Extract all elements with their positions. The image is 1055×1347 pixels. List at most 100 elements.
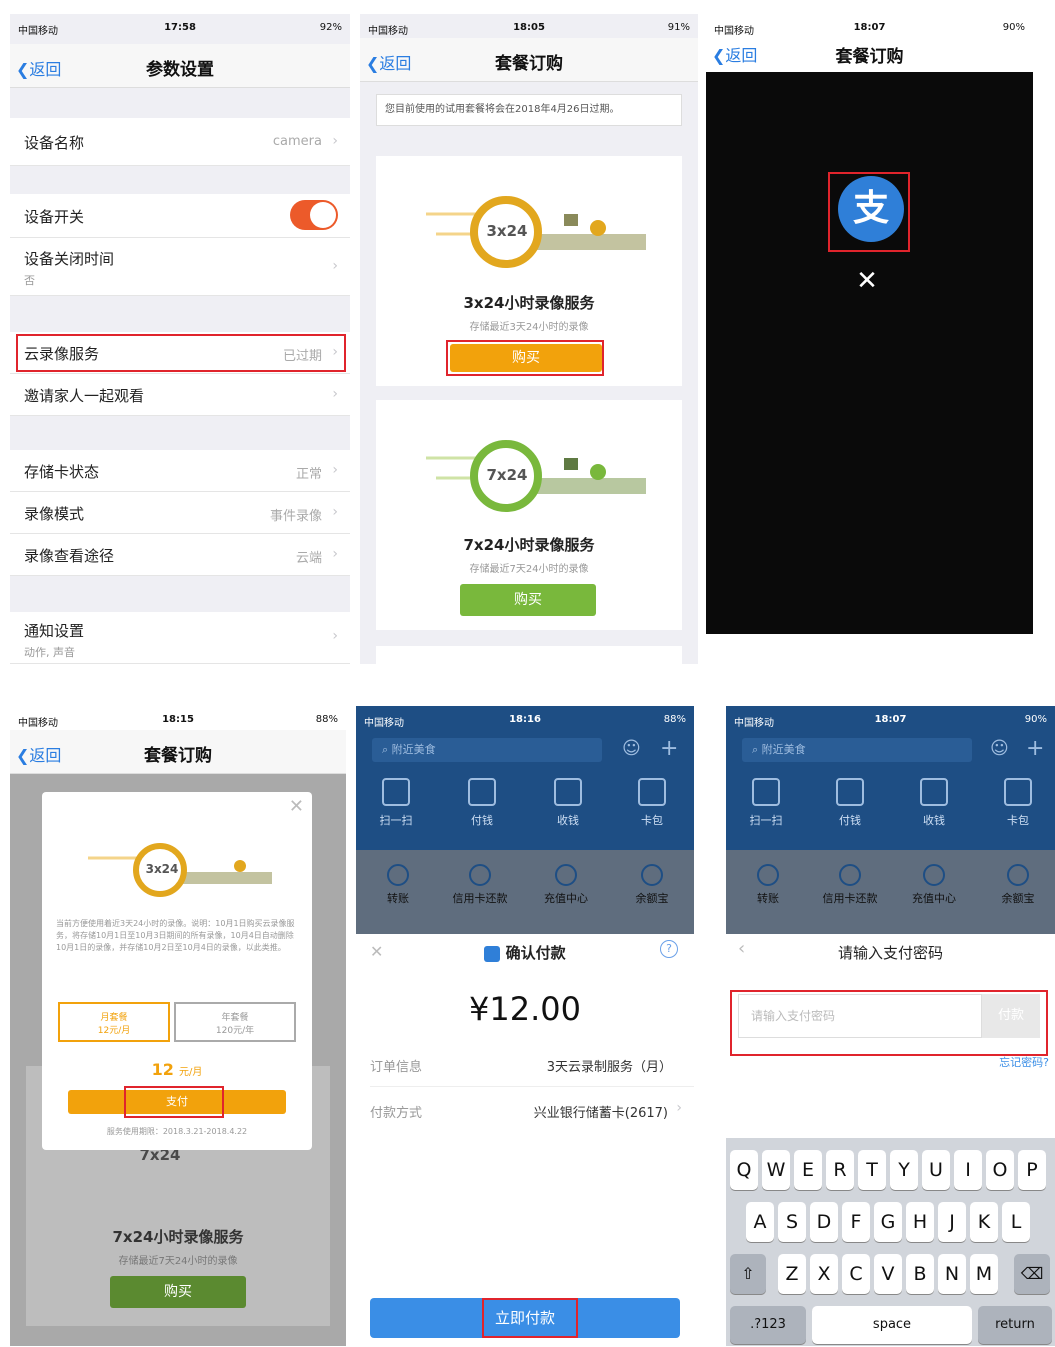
- price-value: 12: [151, 1060, 174, 1079]
- row-value: 事件录像: [269, 509, 322, 524]
- row-device-switch: 设备开关: [10, 194, 350, 238]
- product-desc: 存储最近7天24小时的录像: [118, 1256, 238, 1267]
- row-label: 录像模式: [24, 505, 85, 523]
- buy-button[interactable]: 购买: [460, 584, 596, 616]
- row-label: 录像查看途径: [24, 547, 115, 565]
- key-e[interactable]: E: [794, 1150, 822, 1190]
- option-monthly[interactable]: 月套餐 12元/月: [58, 1002, 170, 1042]
- key-h[interactable]: H: [906, 1202, 934, 1242]
- option-yearly[interactable]: 年套餐 120元/年: [174, 1002, 296, 1042]
- device-toggle[interactable]: [290, 200, 338, 230]
- chevron-right-icon: ›: [332, 462, 338, 478]
- row-label: 邀请家人一起观看: [24, 387, 145, 405]
- buy-button[interactable]: 购买: [110, 1276, 246, 1308]
- app-scan[interactable]: 扫一扫: [746, 778, 786, 828]
- row-invite-family[interactable]: 邀请家人一起观看 ›: [10, 374, 350, 416]
- key-k[interactable]: K: [970, 1202, 998, 1242]
- key-j[interactable]: J: [938, 1202, 966, 1242]
- purchase-modal: ✕ 3x24 当前方便使用着近3天24小时的录像。说明：10月1日购买云录像服务…: [42, 792, 312, 1150]
- key-s[interactable]: S: [778, 1202, 806, 1242]
- help-icon[interactable]: ?: [660, 940, 678, 958]
- key-c[interactable]: C: [842, 1254, 870, 1294]
- row-value: camera: [272, 134, 322, 149]
- row-notify[interactable]: 通知设置 动作, 声音 ›: [10, 612, 350, 664]
- service-period: 服务使用期限：2018.3.21-2018.4.22: [106, 1127, 248, 1136]
- row-sd-status[interactable]: 存储卡状态 正常 ›: [10, 450, 350, 492]
- key-z[interactable]: Z: [778, 1254, 806, 1294]
- app-scan[interactable]: 扫一扫: [376, 778, 416, 828]
- app-pay[interactable]: 付钱: [462, 778, 502, 828]
- page-title: 参数设置: [146, 60, 214, 80]
- alipay-header: 中国移动 18:16 88% ⌕ 附近美食 ☺ + 扫一扫 付钱 收钱 卡包: [356, 706, 694, 850]
- highlight-box: [124, 1086, 224, 1118]
- battery-label: 90%: [1002, 22, 1025, 33]
- space-key[interactable]: space: [812, 1306, 972, 1344]
- shortcut-credit[interactable]: 信用卡还款: [820, 864, 880, 906]
- key-o[interactable]: O: [986, 1150, 1014, 1190]
- method-value[interactable]: 兴业银行储蓄卡(2617): [534, 1102, 668, 1121]
- key-l[interactable]: L: [1002, 1202, 1030, 1242]
- plus-icon[interactable]: +: [660, 736, 678, 761]
- app-cards[interactable]: 卡包: [632, 778, 672, 828]
- search-input[interactable]: ⌕ 附近美食: [742, 738, 972, 762]
- chevron-right-icon: ›: [332, 258, 338, 274]
- row-label: 设备关闭时间: [24, 250, 115, 268]
- product-desc: 存储最近7天24小时的录像: [469, 564, 589, 575]
- key-y[interactable]: Y: [890, 1150, 918, 1190]
- key-a[interactable]: A: [746, 1202, 774, 1242]
- nav-bar: ❮返回 参数设置: [10, 44, 350, 88]
- shortcut-transfer[interactable]: 转账: [738, 864, 798, 906]
- search-input[interactable]: ⌕ 附近美食: [372, 738, 602, 762]
- clock: 18:07: [853, 22, 886, 33]
- backspace-key-icon[interactable]: ⌫: [1014, 1254, 1050, 1294]
- key-d[interactable]: D: [810, 1202, 838, 1242]
- shortcut-yuebao[interactable]: 余额宝: [988, 864, 1048, 906]
- plan-badge: 7x24: [486, 466, 528, 484]
- app-collect[interactable]: 收钱: [548, 778, 588, 828]
- row-device-name[interactable]: 设备名称 camera ›: [10, 118, 350, 166]
- key-f[interactable]: F: [842, 1202, 870, 1242]
- close-icon[interactable]: ✕: [289, 796, 304, 817]
- shortcut-yuebao[interactable]: 余额宝: [622, 864, 682, 906]
- price-unit: 元/月: [178, 1067, 203, 1078]
- shortcut-topup[interactable]: 充值中心: [536, 864, 596, 906]
- shortcut-row: 转账 信用卡还款 充值中心 余额宝: [356, 850, 694, 934]
- key-g[interactable]: G: [874, 1202, 902, 1242]
- plus-icon[interactable]: +: [1026, 736, 1044, 761]
- shortcut-credit[interactable]: 信用卡还款: [450, 864, 510, 906]
- key-n[interactable]: N: [938, 1254, 966, 1294]
- return-key[interactable]: return: [978, 1306, 1052, 1344]
- key-i[interactable]: I: [954, 1150, 982, 1190]
- app-pay[interactable]: 付钱: [830, 778, 870, 828]
- battery-label: 88%: [663, 714, 686, 725]
- key-p[interactable]: P: [1018, 1150, 1046, 1190]
- key-v[interactable]: V: [874, 1254, 902, 1294]
- row-record-mode[interactable]: 录像模式 事件录像 ›: [10, 492, 350, 534]
- row-record-view[interactable]: 录像查看途径 云端 ›: [10, 534, 350, 576]
- key-r[interactable]: R: [826, 1150, 854, 1190]
- app-cards[interactable]: 卡包: [998, 778, 1038, 828]
- close-icon[interactable]: ✕: [852, 266, 882, 296]
- key-u[interactable]: U: [922, 1150, 950, 1190]
- battery-label: 91%: [667, 22, 690, 33]
- highlight-box: [828, 172, 910, 252]
- shortcut-topup[interactable]: 充值中心: [904, 864, 964, 906]
- contacts-icon[interactable]: ☺: [990, 738, 1009, 759]
- row-device-off-time[interactable]: 设备关闭时间 否 ›: [10, 238, 350, 296]
- clock: 17:58: [164, 22, 196, 33]
- shift-key-icon[interactable]: ⇧: [730, 1254, 766, 1294]
- app-collect[interactable]: 收钱: [914, 778, 954, 828]
- key-q[interactable]: Q: [730, 1150, 758, 1190]
- numbers-key[interactable]: .?123: [730, 1306, 806, 1344]
- chevron-right-icon: ›: [332, 628, 338, 644]
- contacts-icon[interactable]: ☺: [622, 738, 641, 759]
- key-b[interactable]: B: [906, 1254, 934, 1294]
- key-m[interactable]: M: [970, 1254, 998, 1294]
- key-t[interactable]: T: [858, 1150, 886, 1190]
- page-title: 套餐订购: [495, 54, 563, 74]
- highlight-box: [16, 334, 346, 372]
- forgot-password-link[interactable]: 忘记密码?: [999, 1054, 1049, 1070]
- key-w[interactable]: W: [762, 1150, 790, 1190]
- key-x[interactable]: X: [810, 1254, 838, 1294]
- shortcut-transfer[interactable]: 转账: [368, 864, 428, 906]
